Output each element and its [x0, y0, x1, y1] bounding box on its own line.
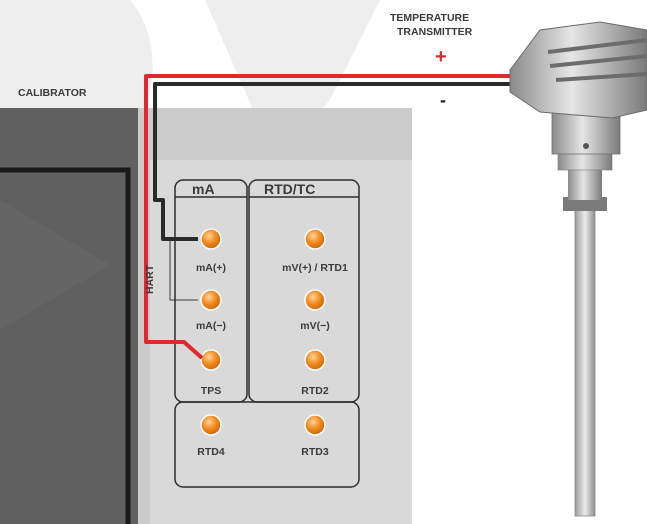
transmitter-label-line2: TRANSMITTER: [397, 26, 473, 38]
calibrator-label: CALIBRATOR: [18, 87, 87, 99]
label-mv-plus-rtd1: mV(+) / RTD1: [282, 262, 348, 274]
plus-polarity-label: +: [435, 46, 447, 68]
rtd-header: RTD/TC: [264, 181, 316, 197]
minus-polarity-label: -: [440, 90, 446, 110]
label-rtd3: RTD3: [301, 446, 329, 458]
label-tps: TPS: [200, 385, 222, 397]
terminal-rtd4[interactable]: [200, 414, 222, 436]
terminal-rtd3[interactable]: [304, 414, 326, 436]
transmitter-label-line1: TEMPERATURE: [390, 12, 470, 24]
terminal-mv-plus-rtd1[interactable]: [304, 228, 326, 250]
label-rtd4: RTD4: [197, 446, 225, 458]
label-mv-minus: mV(−): [300, 320, 330, 332]
label-ma-minus: mA(−): [195, 320, 227, 332]
terminal-ma-minus[interactable]: [200, 289, 222, 311]
ma-header: mA: [192, 181, 215, 197]
terminal-panel: [150, 160, 412, 524]
terminal-ma-plus[interactable]: [200, 228, 222, 250]
label-ma-plus: mA(+): [195, 262, 227, 274]
terminal-mv-minus[interactable]: [304, 289, 326, 311]
terminal-rtd2[interactable]: [304, 349, 326, 371]
hart-label: HART: [144, 264, 156, 294]
label-rtd2: RTD2: [301, 385, 329, 397]
temperature-transmitter-probe: [509, 21, 647, 517]
terminal-tps[interactable]: [200, 349, 222, 371]
